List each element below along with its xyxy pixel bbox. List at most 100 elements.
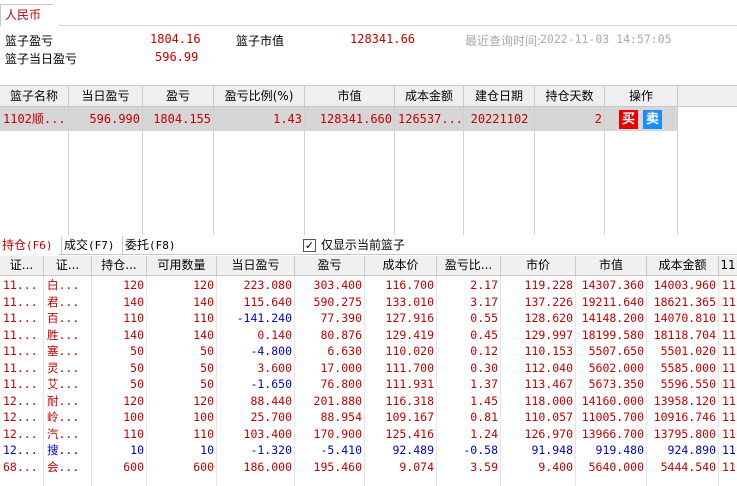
- pos-col-price[interactable]: 市价: [501, 256, 576, 276]
- basket-col-market-value[interactable]: 市值: [305, 86, 395, 107]
- position-cell-available: 100: [193, 410, 214, 424]
- position-cell-pnl-ratio: 1.24: [470, 426, 498, 441]
- last-query-time: 2022-11-03 14:57:05: [540, 32, 672, 46]
- positions-grid-line: [436, 276, 437, 486]
- position-row[interactable]: 12... 汽... 110 110 103.400 170.900 125.416 1.24…: [0, 426, 737, 442]
- positions-grid-line: [500, 276, 501, 486]
- position-cell-code: 12...: [3, 426, 38, 441]
- pos-col-pnl-ratio[interactable]: 盈亏比...: [437, 256, 501, 276]
- pos-col-name[interactable]: 证...: [44, 256, 92, 276]
- basket-col-cost[interactable]: 成本金额: [395, 86, 464, 107]
- position-cell-today-pnl: 186.000: [243, 459, 292, 474]
- pos-col-market-value[interactable]: 市值: [576, 256, 647, 276]
- position-cell-price: 128.620: [524, 311, 573, 325]
- pos-col-code[interactable]: 证...: [0, 256, 44, 276]
- position-cell-market-value: 5640.000: [588, 459, 644, 474]
- position-cell-name: 岭...: [47, 410, 80, 424]
- position-row[interactable]: 68... 会... 600 600 186.000 195.460 9.074 3.59 9.…: [0, 459, 737, 475]
- position-cell-price: 137.226: [524, 294, 573, 309]
- position-cell-name: 艾...: [47, 377, 80, 391]
- position-cell-more: 11: [722, 393, 736, 408]
- position-row[interactable]: 12... 搜... 10 10 -1.320 -5.410 92.489 -0.58 91.9…: [0, 442, 737, 458]
- buy-button[interactable]: 买: [619, 110, 638, 129]
- position-cell-pnl: 88.954: [320, 410, 362, 424]
- position-cell-name: 搜...: [47, 443, 80, 457]
- basket-pnl-value: 1804.16: [150, 32, 201, 46]
- position-cell-name: 白...: [47, 278, 80, 292]
- basket-col-name[interactable]: 篮子名称: [0, 86, 69, 107]
- position-cell-cost-price: 109.167: [385, 410, 434, 424]
- pos-col-available[interactable]: 可用数量: [147, 256, 217, 276]
- position-cell-more: 11: [722, 410, 736, 424]
- position-cell-price: 118.000: [524, 393, 573, 408]
- position-cell-available: 50: [200, 360, 214, 375]
- position-cell-market-value: 18199.580: [581, 327, 644, 342]
- basket-summary: 篮子盈亏 1804.16 篮子市值 128341.66 最近查询时间: 2022…: [0, 27, 737, 82]
- position-cell-pnl: -5.410: [320, 443, 362, 457]
- positions-grid-line: [718, 276, 719, 486]
- position-cell-today-pnl: 25.700: [250, 410, 292, 424]
- position-cell-cost-price: 133.010: [385, 294, 434, 309]
- position-cell-code: 11...: [3, 311, 38, 325]
- position-row[interactable]: 11... 艾... 50 50 -1.650 76.800 111.931 1.37 113.…: [0, 376, 737, 392]
- basket-cost: 126537...: [398, 112, 464, 126]
- basket-col-today-pnl[interactable]: 当日盈亏: [69, 86, 143, 107]
- tab-orders-key: (F8): [149, 239, 176, 252]
- pos-col-cost-price[interactable]: 成本价: [365, 256, 437, 276]
- position-tabs: 持仓(F6) 成交(F7) 委托(F8) ✓ 仅显示当前篮子: [0, 236, 737, 255]
- position-row[interactable]: 11... 百... 110 110 -141.240 77.390 127.916 0.55…: [0, 310, 737, 326]
- position-cell-code: 11...: [3, 360, 38, 375]
- only-current-basket-checkbox[interactable]: ✓: [303, 239, 316, 252]
- position-cell-today-pnl: 223.080: [243, 278, 292, 292]
- position-cell-more: 11: [722, 278, 736, 292]
- positions-grid-line: [146, 276, 147, 486]
- position-cell-more: 11: [722, 377, 736, 391]
- position-cell-cost: 924.890: [667, 443, 716, 457]
- basket-pnl-label: 篮子盈亏: [5, 34, 54, 48]
- position-row[interactable]: 11... 灵... 50 50 3.600 17.000 111.700 0.30 112.0…: [0, 360, 737, 376]
- basket-col-action[interactable]: 操作: [605, 86, 678, 107]
- position-cell-code: 11...: [3, 327, 38, 342]
- tab-rmb[interactable]: 人民币: [0, 4, 60, 26]
- pos-col-cost[interactable]: 成本金额: [647, 256, 719, 276]
- pos-col-pnl[interactable]: 盈亏: [295, 256, 365, 276]
- position-cell-cost-price: 111.931: [385, 377, 434, 391]
- position-cell-pnl: 201.880: [313, 393, 362, 408]
- basket-table: 篮子名称 当日盈亏 盈亏 盈亏比例(%) 市值 成本金额 建仓日期 持仓天数 操…: [0, 85, 737, 235]
- tab-positions[interactable]: 持仓(F6): [0, 236, 58, 255]
- sell-button[interactable]: 卖: [643, 110, 662, 129]
- position-cell-price: 129.997: [524, 327, 573, 342]
- position-cell-holding: 110: [123, 426, 144, 441]
- position-row[interactable]: 11... 胜... 140 140 0.140 80.876 129.419 0.45 129…: [0, 327, 737, 343]
- basket-grid-line: [534, 107, 535, 235]
- currency-tabbar: 人民币: [0, 0, 737, 26]
- basket-col-open-date[interactable]: 建仓日期: [464, 86, 535, 107]
- position-cell-pnl: 76.800: [320, 377, 362, 391]
- basket-mv-label: 篮子市值: [236, 34, 285, 48]
- position-cell-today-pnl: -141.240: [236, 311, 292, 325]
- position-row[interactable]: 11... 君... 140 140 115.640 590.275 133.010 3.17…: [0, 294, 737, 310]
- basket-col-days[interactable]: 持仓天数: [535, 86, 605, 107]
- position-cell-cost: 18621.365: [653, 294, 716, 309]
- position-row[interactable]: 11... 塞... 50 50 -4.800 6.630 110.020 0.12 110.1…: [0, 343, 737, 359]
- basket-col-pnl[interactable]: 盈亏: [143, 86, 214, 107]
- position-cell-market-value: 14160.000: [581, 393, 644, 408]
- position-cell-price: 110.057: [524, 410, 573, 424]
- position-row[interactable]: 11... 白... 120 120 223.080 303.400 116.700 2.17…: [0, 277, 737, 293]
- basket-col-pnl-ratio[interactable]: 盈亏比例(%): [214, 86, 305, 107]
- position-row[interactable]: 12... 耐... 120 120 88.440 201.880 116.318 1.45 1…: [0, 393, 737, 409]
- basket-grid-line: [604, 107, 605, 235]
- tab-orders[interactable]: 委托(F8): [122, 236, 180, 255]
- pos-col-today-pnl[interactable]: 当日盈亏: [217, 256, 295, 276]
- basket-pnl-ratio: 1.43: [273, 112, 302, 126]
- pos-col-more[interactable]: 11: [719, 256, 737, 276]
- basket-grid-line: [394, 107, 395, 235]
- positions-table: 证... 证... 持仓... 可用数量 当日盈亏 盈亏 成本价 盈亏比... …: [0, 256, 737, 486]
- position-cell-price: 119.228: [524, 278, 573, 292]
- pos-col-holding[interactable]: 持仓...: [92, 256, 147, 276]
- position-cell-holding: 120: [123, 278, 144, 292]
- position-cell-more: 11: [722, 294, 736, 309]
- tab-trades[interactable]: 成交(F7): [61, 236, 119, 255]
- position-row[interactable]: 12... 岭... 100 100 25.700 88.954 109.167 0.81 11…: [0, 409, 737, 425]
- position-cell-name: 灵...: [47, 360, 80, 375]
